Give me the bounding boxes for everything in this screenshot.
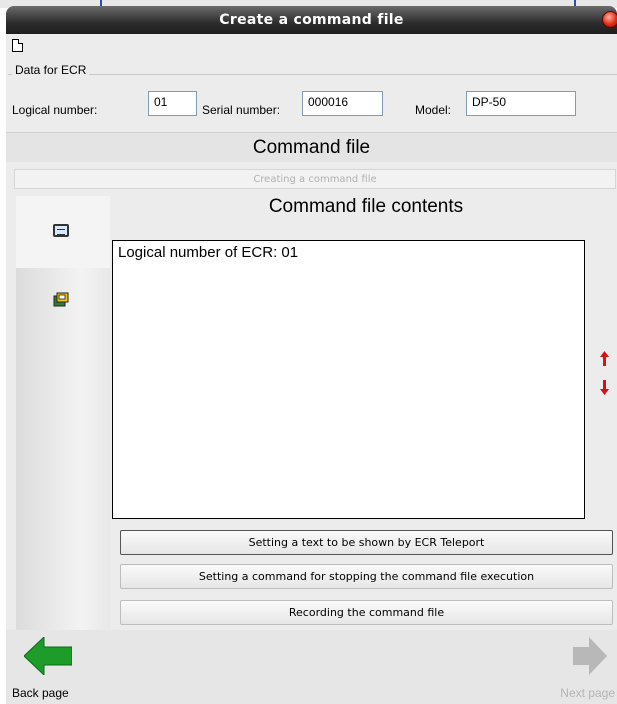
serial-number-field[interactable]: 000016: [302, 91, 383, 116]
next-page-button: Next page: [560, 686, 615, 700]
command-file-icon: [53, 224, 69, 237]
scroll-down-icon[interactable]: [600, 380, 609, 395]
back-arrow-icon[interactable]: [24, 637, 72, 675]
sidebar: [16, 196, 110, 664]
section-subtitle: Creating a command file: [14, 169, 616, 189]
contents-title: Command file contents: [268, 196, 464, 217]
logical-number-label: Logical number:: [12, 103, 98, 117]
window-title: Create a command file: [219, 12, 404, 28]
section-title: Command file: [6, 132, 617, 162]
model-label: Model:: [415, 103, 452, 117]
ecr-device-icon: [53, 292, 69, 307]
window-body: Data for ECR Logical number: 01 Serial n…: [6, 34, 617, 704]
set-stop-command-button[interactable]: Setting a command for stopping the comma…: [120, 564, 613, 589]
set-teleport-text-button[interactable]: Setting a text to be shown by ECR Telepo…: [120, 530, 613, 555]
ecr-group-legend: Data for ECR: [12, 63, 90, 77]
serial-number-label: Serial number:: [202, 103, 281, 117]
close-button[interactable]: [602, 11, 617, 28]
record-command-file-button[interactable]: Recording the command file: [120, 600, 613, 625]
sidebar-item-command-file[interactable]: [16, 196, 110, 268]
contents-text: Logical number of ECR: 01: [118, 244, 299, 261]
new-document-icon[interactable]: [12, 39, 23, 52]
command-file-contents-textarea[interactable]: Logical number of ECR: 01: [112, 240, 585, 519]
model-field[interactable]: DP-50: [466, 91, 576, 116]
title-bar[interactable]: Create a command file: [6, 6, 617, 34]
scroll-up-icon[interactable]: [600, 351, 609, 366]
logical-number-field[interactable]: 01: [148, 91, 197, 116]
next-arrow-icon: [573, 637, 607, 675]
sidebar-item-ecr-device[interactable]: [16, 268, 110, 340]
navigation-bar: Back page Next page: [6, 630, 617, 704]
back-page-button[interactable]: Back page: [12, 686, 69, 700]
